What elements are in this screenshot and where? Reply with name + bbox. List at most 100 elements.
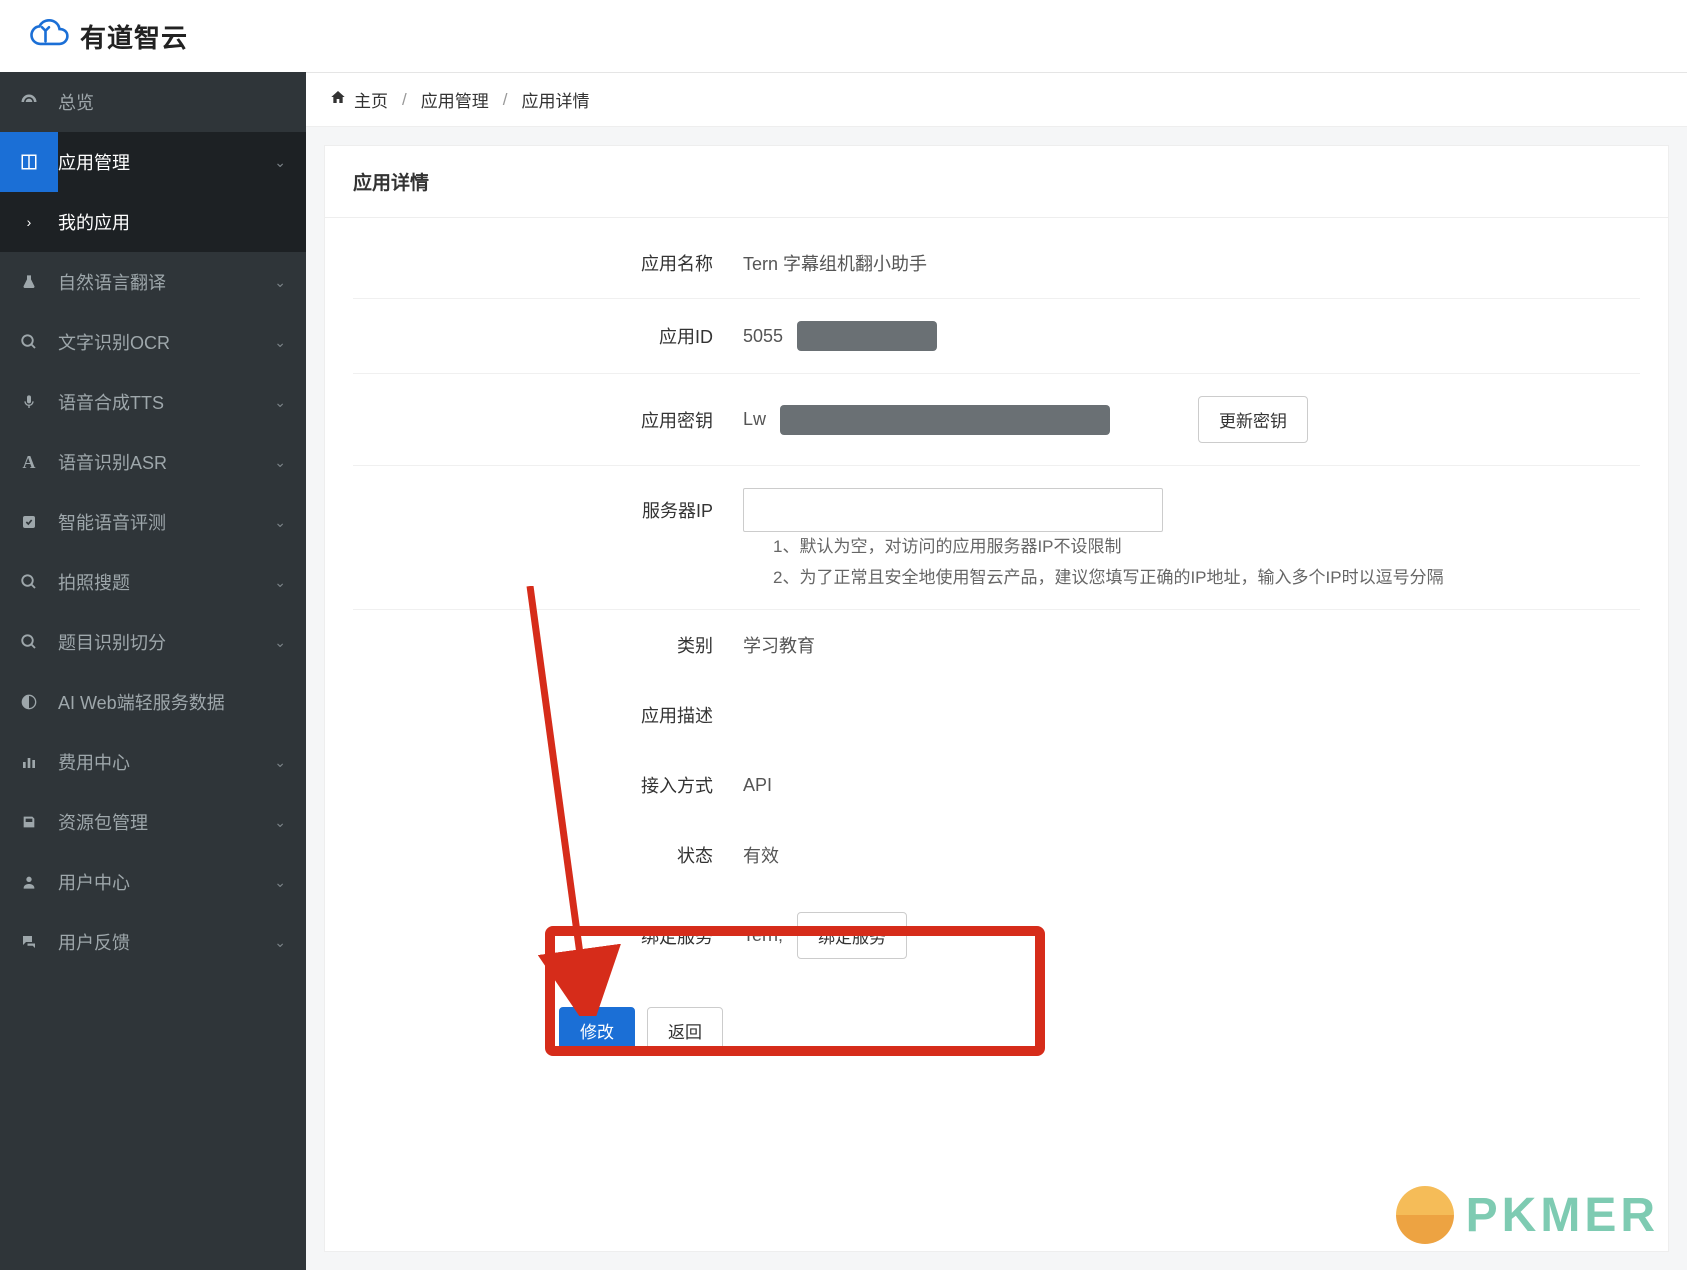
watermark-icon bbox=[1396, 1186, 1454, 1244]
comments-icon bbox=[0, 933, 58, 951]
sidebar-item-app-manage[interactable]: 应用管理 ⌄ bbox=[0, 132, 306, 192]
sidebar-item-label: 拍照搜题 bbox=[58, 569, 274, 595]
sidebar-item-photo-search[interactable]: 拍照搜题 ⌄ bbox=[0, 552, 306, 612]
sidebar-item-label: 用户中心 bbox=[58, 869, 274, 895]
watermark: PKMER bbox=[1396, 1186, 1659, 1244]
sidebar-item-label: 应用管理 bbox=[58, 149, 274, 175]
row-category: 类别 学习教育 bbox=[353, 610, 1640, 680]
sidebar-item-nlp[interactable]: 自然语言翻译 ⌄ bbox=[0, 252, 306, 312]
app-id-prefix: 5055 bbox=[743, 326, 783, 347]
label-status: 状态 bbox=[353, 842, 743, 868]
row-app-name: 应用名称 Tern 字幕组机翻小助手 bbox=[353, 228, 1640, 299]
sidebar-item-asr[interactable]: A 语音识别ASR ⌄ bbox=[0, 432, 306, 492]
save-icon bbox=[0, 814, 58, 830]
panel-actions: 修改 返回 bbox=[353, 981, 1640, 1094]
check-square-icon bbox=[0, 514, 58, 530]
sidebar-item-ai-web[interactable]: AI Web端轻服务数据 bbox=[0, 672, 306, 732]
chevron-down-icon: ⌄ bbox=[274, 934, 286, 951]
label-server-ip: 服务器IP bbox=[353, 497, 743, 523]
back-button[interactable]: 返回 bbox=[647, 1007, 723, 1054]
label-access: 接入方式 bbox=[353, 772, 743, 798]
chevron-down-icon: ⌄ bbox=[274, 814, 286, 831]
user-icon bbox=[0, 874, 58, 890]
chevron-down-icon: ⌄ bbox=[274, 754, 286, 771]
sidebar-item-billing[interactable]: 费用中心 ⌄ bbox=[0, 732, 306, 792]
chevron-right-icon: › bbox=[0, 214, 58, 230]
chevron-down-icon: ⌄ bbox=[274, 334, 286, 351]
bind-service-button[interactable]: 绑定服务 bbox=[797, 912, 907, 959]
value-app-secret: Lw 更新密钥 bbox=[743, 396, 1640, 443]
label-category: 类别 bbox=[353, 632, 743, 658]
value-app-name: Tern 字幕组机翻小助手 bbox=[743, 250, 1640, 276]
row-status: 状态 有效 bbox=[353, 820, 1640, 890]
microphone-icon bbox=[0, 394, 58, 410]
value-app-id: 5055 bbox=[743, 321, 1640, 351]
breadcrumb-sep: / bbox=[402, 90, 407, 110]
flask-icon bbox=[0, 274, 58, 290]
chevron-down-icon: ⌄ bbox=[274, 574, 286, 591]
contrast-icon bbox=[0, 694, 58, 710]
label-desc: 应用描述 bbox=[353, 702, 743, 728]
sidebar-item-label: AI Web端轻服务数据 bbox=[58, 689, 286, 715]
sidebar-item-label: 用户反馈 bbox=[58, 929, 274, 955]
redacted-app-secret bbox=[780, 405, 1110, 435]
brand-name: 有道智云 bbox=[80, 18, 188, 55]
bar-chart-icon bbox=[0, 754, 58, 770]
cloud-logo-icon bbox=[28, 15, 70, 57]
hint-line-1: 1、默认为空，对访问的应用服务器IP不设限制 bbox=[773, 532, 1640, 563]
dashboard-icon bbox=[0, 92, 58, 112]
detail-panel: 应用详情 应用名称 Tern 字幕组机翻小助手 应用ID 5055 应用密钥 L… bbox=[324, 145, 1669, 1252]
font-icon: A bbox=[0, 452, 58, 473]
value-category: 学习教育 bbox=[743, 632, 1640, 658]
sidebar-item-label: 语音识别ASR bbox=[58, 449, 274, 475]
sidebar-item-ocr[interactable]: 文字识别OCR ⌄ bbox=[0, 312, 306, 372]
row-server-ip: 服务器IP bbox=[353, 466, 1640, 538]
hint-line-2: 2、为了正常且安全地使用智云产品，建议您填写正确的IP地址，输入多个IP时以逗号… bbox=[773, 563, 1640, 594]
chevron-down-icon: ⌄ bbox=[274, 634, 286, 651]
sidebar-item-overview[interactable]: 总览 bbox=[0, 72, 306, 132]
search-icon bbox=[0, 333, 58, 351]
label-bind-service: 绑定服务 bbox=[353, 923, 743, 949]
sidebar-item-question-seg[interactable]: 题目识别切分 ⌄ bbox=[0, 612, 306, 672]
modify-button[interactable]: 修改 bbox=[559, 1007, 635, 1054]
breadcrumb-l2: 应用详情 bbox=[521, 87, 589, 112]
sidebar-item-voice-eval[interactable]: 智能语音评测 ⌄ bbox=[0, 492, 306, 552]
row-access: 接入方式 API bbox=[353, 750, 1640, 820]
server-ip-input[interactable] bbox=[743, 488, 1163, 532]
brand-logo[interactable]: 有道智云 bbox=[28, 15, 188, 57]
sidebar-item-label: 资源包管理 bbox=[58, 809, 274, 835]
bound-service-text: Tern; bbox=[743, 925, 783, 946]
chevron-down-icon: ⌄ bbox=[274, 454, 286, 471]
row-app-secret: 应用密钥 Lw 更新密钥 bbox=[353, 374, 1640, 466]
sidebar-item-tts[interactable]: 语音合成TTS ⌄ bbox=[0, 372, 306, 432]
watermark-text: PKMER bbox=[1466, 1188, 1659, 1243]
sidebar-item-resource[interactable]: 资源包管理 ⌄ bbox=[0, 792, 306, 852]
sidebar-item-label: 费用中心 bbox=[58, 749, 274, 775]
sidebar-item-label: 智能语音评测 bbox=[58, 509, 274, 535]
refresh-secret-button[interactable]: 更新密钥 bbox=[1198, 396, 1308, 443]
label-app-id: 应用ID bbox=[353, 323, 743, 349]
redacted-app-id bbox=[797, 321, 937, 351]
breadcrumb-sep: / bbox=[503, 90, 508, 110]
panel-title: 应用详情 bbox=[325, 146, 1668, 218]
search-icon bbox=[0, 573, 58, 591]
sidebar-item-label: 语音合成TTS bbox=[58, 389, 274, 415]
sidebar-item-my-apps[interactable]: › 我的应用 bbox=[0, 192, 306, 252]
sidebar-item-label: 自然语言翻译 bbox=[58, 269, 274, 295]
chevron-down-icon: ⌄ bbox=[274, 514, 286, 531]
breadcrumb-home[interactable]: 主页 bbox=[354, 87, 388, 112]
chevron-down-icon: ⌄ bbox=[274, 394, 286, 411]
home-icon bbox=[330, 89, 346, 110]
row-app-id: 应用ID 5055 bbox=[353, 299, 1640, 374]
sidebar-item-feedback[interactable]: 用户反馈 ⌄ bbox=[0, 912, 306, 972]
breadcrumb-l1[interactable]: 应用管理 bbox=[421, 87, 489, 112]
search-icon bbox=[0, 633, 58, 651]
sidebar-item-label: 总览 bbox=[58, 89, 286, 115]
sidebar-item-user-center[interactable]: 用户中心 ⌄ bbox=[0, 852, 306, 912]
value-status: 有效 bbox=[743, 842, 1640, 868]
main-content: 主页 / 应用管理 / 应用详情 应用详情 应用名称 Tern 字幕组机翻小助手… bbox=[306, 72, 1687, 1270]
row-desc: 应用描述 bbox=[353, 680, 1640, 750]
server-ip-hint: 1、默认为空，对访问的应用服务器IP不设限制 2、为了正常且安全地使用智云产品，… bbox=[353, 532, 1640, 593]
app-header: 有道智云 bbox=[0, 0, 1687, 72]
value-access: API bbox=[743, 775, 1640, 796]
